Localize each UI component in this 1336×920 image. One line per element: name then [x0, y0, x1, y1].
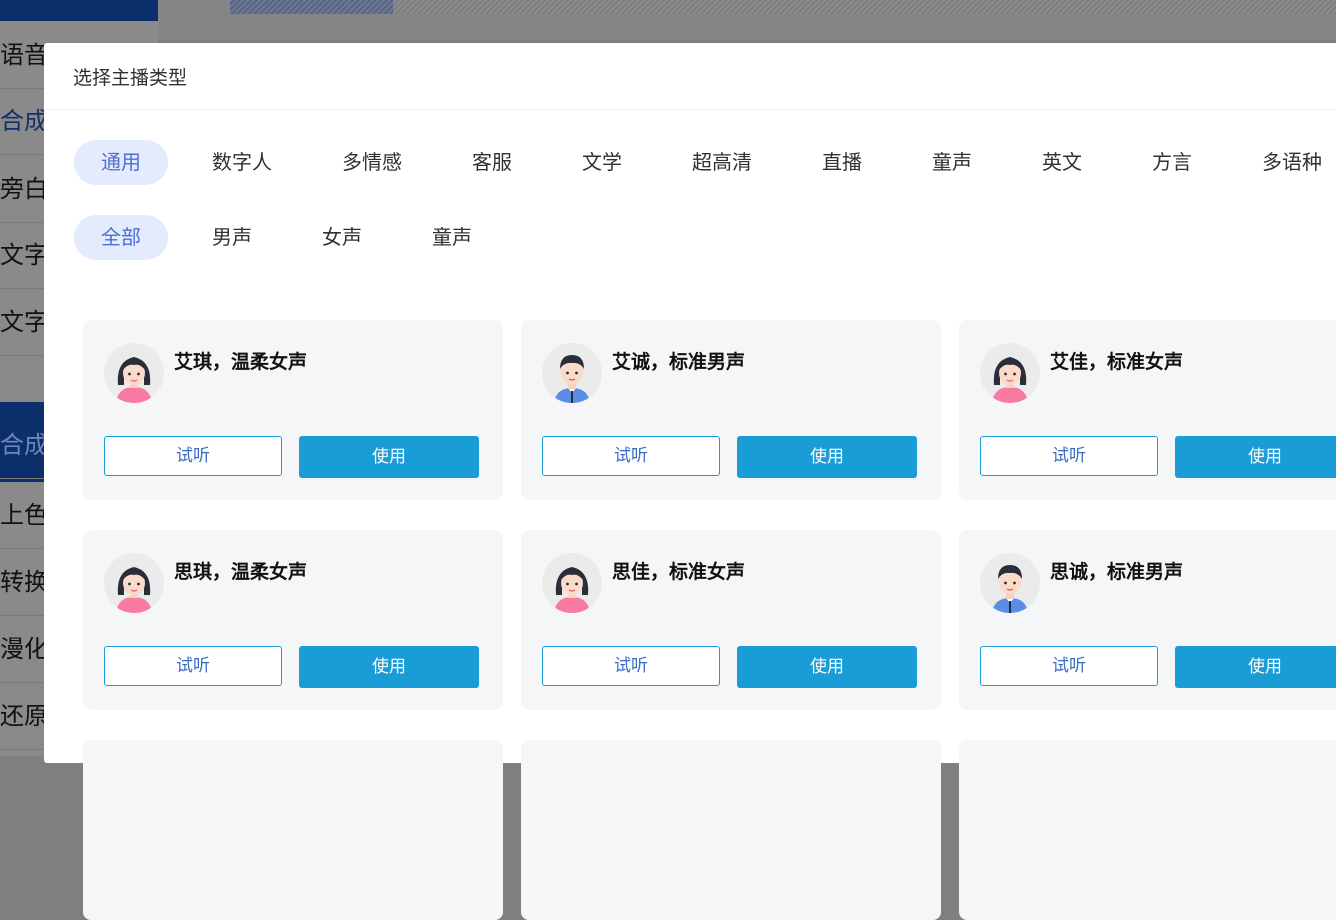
- category-tab[interactable]: 多语种: [1236, 140, 1336, 185]
- voice-card: 思佳，标准女声试听 使用: [521, 530, 941, 710]
- male-avatar-icon: [980, 553, 1040, 613]
- use-button[interactable]: 使用: [1175, 646, 1336, 688]
- category-tab[interactable]: 童声: [906, 140, 998, 185]
- use-button[interactable]: 使用: [1175, 436, 1336, 478]
- voice-card-partial: [83, 740, 503, 920]
- voice-name: 思诚，标准男声: [1050, 561, 1184, 583]
- background-logo-bar: [0, 0, 158, 21]
- use-button[interactable]: 使用: [737, 646, 917, 688]
- voice-card: 思诚，标准男声试听 使用: [959, 530, 1336, 710]
- gender-tabs: 全部 男声 女声 童声: [74, 215, 516, 260]
- select-anchor-dialog: 选择主播类型 通用 数字人 多情感 客服 文学 超高清 直播 童声 英文 方言 多语种 全部 男声 女声…: [44, 43, 1336, 920]
- voice-card-partial: [959, 740, 1336, 920]
- use-button[interactable]: 使用: [299, 646, 479, 688]
- female-avatar-icon: [104, 553, 164, 613]
- category-tab[interactable]: 通用: [74, 140, 168, 185]
- listen-button[interactable]: 试听: [104, 436, 282, 476]
- category-tab[interactable]: 多情感: [316, 140, 428, 185]
- category-tab[interactable]: 直播: [796, 140, 888, 185]
- gender-tab[interactable]: 童声: [406, 215, 498, 260]
- dialog-title: 选择主播类型: [73, 67, 188, 89]
- category-tab[interactable]: 超高清: [666, 140, 778, 185]
- category-tabs: 通用 数字人 多情感 客服 文学 超高清 直播 童声 英文 方言 多语种: [74, 140, 1336, 185]
- background-progress-fill: [230, 0, 393, 14]
- gender-tab[interactable]: 男声: [186, 215, 278, 260]
- voice-name: 艾琪，温柔女声: [174, 351, 308, 373]
- category-tab[interactable]: 数字人: [186, 140, 298, 185]
- category-tab[interactable]: 客服: [446, 140, 538, 185]
- listen-button[interactable]: 试听: [542, 436, 720, 476]
- listen-button[interactable]: 试听: [104, 646, 282, 686]
- female-avatar-icon: [542, 553, 602, 613]
- category-tab[interactable]: 方言: [1126, 140, 1218, 185]
- listen-button[interactable]: 试听: [980, 436, 1158, 476]
- voice-name: 思琪，温柔女声: [174, 561, 308, 583]
- voice-card: 艾琪，温柔女声试听 使用: [83, 320, 503, 500]
- gender-tab[interactable]: 女声: [296, 215, 388, 260]
- listen-button[interactable]: 试听: [980, 646, 1158, 686]
- gender-tab[interactable]: 全部: [74, 215, 168, 260]
- dialog-divider: [44, 109, 1336, 110]
- female-avatar-icon: [980, 343, 1040, 403]
- voice-name: 思佳，标准女声: [612, 561, 746, 583]
- category-tab[interactable]: 英文: [1016, 140, 1108, 185]
- voice-card: 艾佳，标准女声试听 使用: [959, 320, 1336, 500]
- male-avatar-icon: [542, 343, 602, 403]
- category-tab[interactable]: 文学: [556, 140, 648, 185]
- voice-card-partial: [521, 740, 941, 920]
- voice-name: 艾诚，标准男声: [612, 351, 746, 373]
- listen-button[interactable]: 试听: [542, 646, 720, 686]
- background-progress-bar: [230, 0, 1336, 14]
- voice-name: 艾佳，标准女声: [1050, 351, 1184, 373]
- female-avatar-icon: [104, 343, 164, 403]
- voice-card: 艾诚，标准男声试听 使用: [521, 320, 941, 500]
- use-button[interactable]: 使用: [737, 436, 917, 478]
- use-button[interactable]: 使用: [299, 436, 479, 478]
- voice-card: 思琪，温柔女声试听 使用: [83, 530, 503, 710]
